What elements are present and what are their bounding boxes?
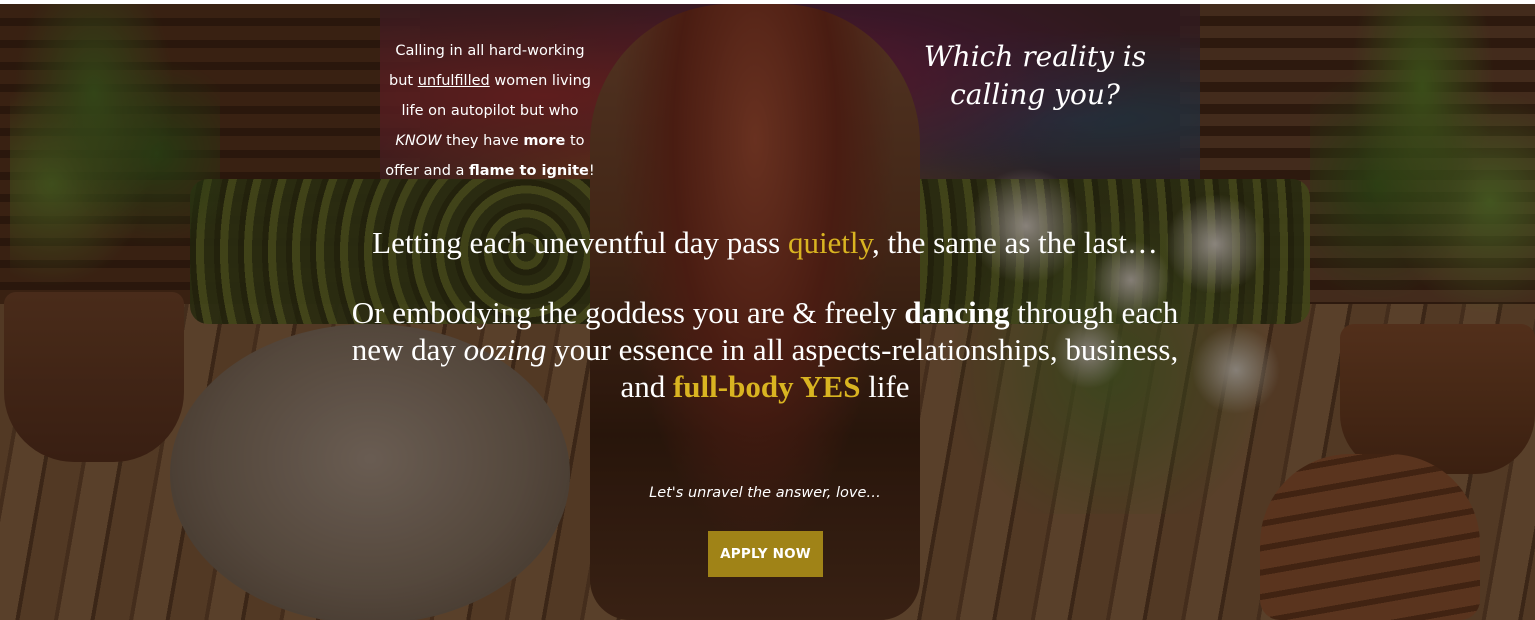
question-line-1: Which reality is bbox=[923, 40, 1147, 73]
reality-option-one: Letting each uneventful day pass quietly… bbox=[372, 225, 1158, 260]
highlight-quietly: quietly bbox=[787, 225, 873, 260]
intro-bold-more: more bbox=[523, 133, 566, 149]
intro-line-3: life on autopilot but who bbox=[401, 103, 579, 119]
intro-italic-know: KNOW bbox=[395, 133, 442, 149]
hero-tagline: Let's unravel the answer, love… bbox=[649, 485, 881, 501]
hero-question-heading: Which reality is calling you? bbox=[895, 38, 1175, 114]
intro-underline-unfulfilled: unfulfilled bbox=[417, 73, 490, 89]
hero-section: Calling in all hard-working but unfulfil… bbox=[0, 4, 1535, 620]
intro-line-5: offer and a flame to ignite! bbox=[385, 163, 595, 179]
hero-main-copy: Letting each uneventful day pass quietly… bbox=[350, 224, 1180, 405]
intro-text: Calling in all hard-working but unfulfil… bbox=[370, 36, 610, 186]
question-line-2: calling you? bbox=[950, 78, 1120, 111]
highlight-full-body-yes: full-body YES bbox=[672, 369, 861, 404]
intro-line-4: KNOW they have more to bbox=[395, 133, 585, 149]
intro-bold-flame: flame to ignite bbox=[469, 163, 589, 179]
bold-dancing: dancing bbox=[904, 295, 1010, 330]
reality-option-two: Or embodying the goddess you are & freel… bbox=[351, 295, 1179, 404]
intro-line-2: but unfulfilled women living bbox=[389, 73, 591, 89]
intro-line-1: Calling in all hard-working bbox=[395, 43, 585, 59]
apply-now-button[interactable]: APPLY NOW bbox=[708, 531, 823, 577]
italic-oozing: oozing bbox=[463, 332, 547, 367]
